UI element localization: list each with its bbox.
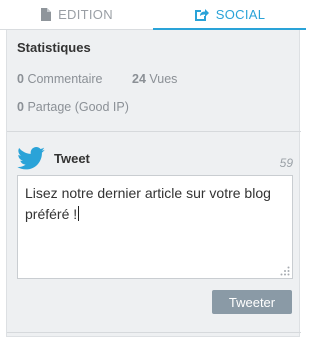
- shares-count: 0: [17, 100, 24, 114]
- text-caret: [78, 206, 80, 221]
- tweet-header: Tweet 59: [17, 146, 293, 172]
- shares-label: Partage (Good IP): [27, 100, 129, 114]
- comments-count: 0: [17, 72, 24, 86]
- twitter-bird-icon: [17, 147, 45, 170]
- comments-label: Commentaire: [27, 72, 103, 86]
- tweet-textarea[interactable]: Lisez notre dernier article sur votre bl…: [17, 175, 293, 279]
- views-label: Vues: [149, 72, 178, 86]
- tweet-text-value: Lisez notre dernier article sur votre bl…: [25, 185, 275, 222]
- tweet-label: Tweet: [54, 151, 90, 166]
- stat-comments: 0 Commentaire: [17, 72, 102, 86]
- divider: [7, 131, 301, 132]
- tab-social-label: SOCIAL: [215, 6, 266, 22]
- tweet-text: Lisez notre dernier article sur votre bl…: [25, 183, 287, 225]
- tweet-button[interactable]: Tweeter: [212, 290, 292, 314]
- stat-views: 24 Vues: [132, 72, 177, 86]
- resize-grip-icon[interactable]: [280, 266, 290, 276]
- character-counter: 59: [279, 156, 293, 170]
- tab-edition[interactable]: EDITION: [0, 0, 153, 30]
- share-icon: [194, 8, 209, 21]
- tab-bar: EDITION SOCIAL: [0, 0, 306, 30]
- document-icon: [41, 8, 52, 21]
- social-panel: Statistiques 0 Commentaire 24 Vues 0 Par…: [6, 30, 301, 337]
- stats-title: Statistiques: [17, 40, 91, 55]
- stat-shares: 0 Partage (Good IP): [17, 100, 129, 114]
- views-count: 24: [132, 72, 146, 86]
- tab-social[interactable]: SOCIAL: [153, 0, 306, 30]
- divider: [7, 332, 301, 333]
- tab-edition-label: EDITION: [58, 7, 113, 22]
